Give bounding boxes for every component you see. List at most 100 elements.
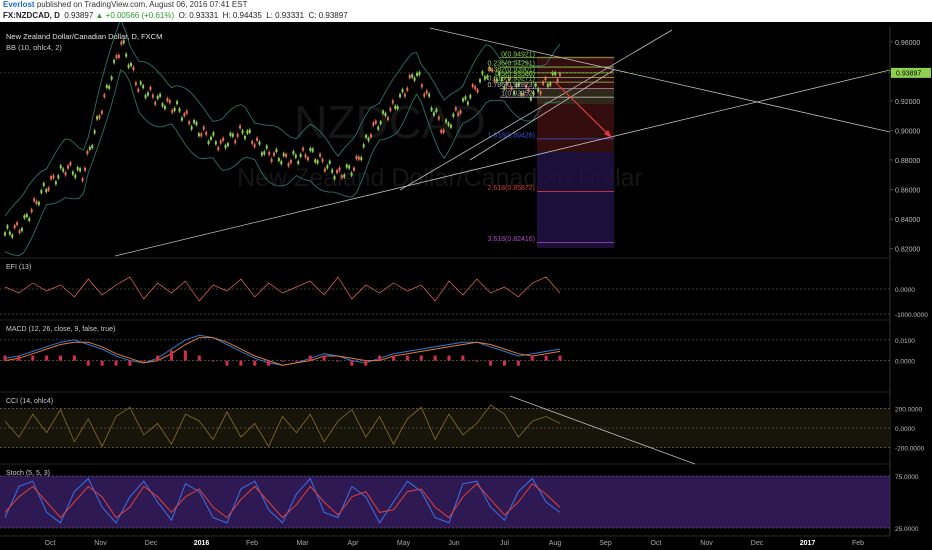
candle-body [239, 125, 242, 129]
candle-body [76, 167, 79, 171]
candle-body [539, 91, 542, 95]
candle-body [469, 95, 472, 99]
candle-body [328, 160, 331, 164]
candle-body [471, 84, 474, 88]
candle-body [343, 174, 346, 178]
candle-body [234, 140, 237, 144]
candle-body [74, 174, 77, 178]
candle-body [210, 136, 213, 140]
candle-body [25, 214, 28, 218]
indicator-panes: 0.0000 -1000.0000 EFI (13) 0.0100 0.0000 MACD… [0, 257, 928, 533]
candle-body [367, 138, 370, 142]
candle-body [263, 151, 266, 155]
macd-histogram-bar [489, 360, 493, 366]
candle-body [449, 124, 452, 128]
candle-body [171, 109, 174, 113]
candle-body [69, 162, 72, 166]
candle-body [406, 87, 409, 91]
macd-histogram-bar [475, 360, 479, 362]
candle-body [151, 94, 154, 98]
candle-body [299, 153, 302, 157]
trendline-support[interactable] [114, 69, 891, 257]
candle-body [352, 167, 355, 171]
candle-body [260, 152, 263, 156]
x-tick-label: Nov [700, 540, 713, 547]
macd-histogram-bar [516, 360, 520, 366]
macd-histogram-bar [378, 355, 382, 361]
x-tick-label: May [397, 540, 411, 547]
candle-body [67, 165, 70, 169]
candle-body [161, 103, 164, 107]
candle-body [159, 93, 162, 97]
x-tick-label: 2016 [194, 540, 210, 547]
candle-body [377, 126, 380, 130]
candle-body [35, 200, 38, 204]
candle-body [18, 230, 21, 234]
publisher-link[interactable]: Everlost [3, 0, 35, 9]
y-tick-label: 0.86000 [895, 188, 920, 195]
macd-histogram-bar [86, 360, 90, 366]
candle-body [236, 133, 239, 137]
candle-body [350, 172, 353, 176]
x-tick-label: Aug [549, 540, 562, 547]
candle-body [231, 133, 234, 137]
candle-body [139, 81, 142, 85]
open-value: O: 0.93331 [178, 11, 219, 20]
x-tick-label: Jun [448, 540, 459, 547]
candle-body [360, 157, 363, 161]
macd-histogram-bar [170, 350, 173, 361]
candle-body [340, 175, 343, 179]
candle-body [408, 75, 411, 79]
candle-body [134, 82, 137, 86]
candle-body [16, 222, 19, 226]
candle-body [149, 86, 152, 90]
y-tick-label: 0.82000 [895, 247, 920, 254]
candle-body [319, 153, 322, 157]
pane-title: Stoch (5, 5, 3) [6, 470, 50, 477]
candle-body [219, 140, 222, 144]
x-tick-label: Jul [500, 540, 509, 547]
candle-body [386, 117, 389, 121]
candle-body [289, 160, 292, 164]
candle-body [168, 100, 171, 104]
candle-body [108, 85, 111, 89]
candle-body [217, 147, 220, 151]
chart-title: New Zealand Dollar/Canadian Dollar, D, F… [6, 32, 162, 41]
chart-area[interactable]: NZDCAD New Zealand Dollar/Canadian Dolla… [0, 22, 932, 550]
candle-body [229, 132, 232, 136]
candle-body [365, 135, 368, 139]
candle-body [311, 148, 314, 152]
candle-body [369, 134, 372, 138]
macd-histogram-bar [253, 360, 257, 366]
candle-body [432, 112, 435, 116]
candle-body [224, 145, 227, 149]
candle-body [30, 209, 33, 213]
candle-body [355, 156, 358, 160]
candle-body [98, 115, 101, 119]
candle-body [45, 189, 48, 193]
candle-body [391, 100, 394, 104]
candle-body [430, 107, 433, 111]
macd-histogram-bar [294, 360, 298, 362]
macd-histogram-bar [364, 360, 368, 366]
candle-body [277, 158, 280, 162]
y-tick-label: 0.88000 [895, 158, 920, 165]
y-tick-label: 0.84000 [895, 217, 920, 224]
candle-body [50, 176, 53, 180]
candle-body [411, 74, 414, 78]
candle-body [534, 83, 537, 87]
candle-body [462, 98, 465, 102]
pane-tick-label: -1000.0000 [895, 312, 928, 319]
pane-tick-label: -200.0000 [895, 446, 925, 453]
macd-histogram-bar [433, 355, 437, 361]
candle-body [115, 55, 118, 59]
symbol-name[interactable]: FX:NZDCAD, D [3, 11, 60, 20]
candle-body [13, 225, 16, 229]
candle-body [188, 121, 191, 125]
y-tick-label: 0.90000 [895, 128, 920, 135]
candle-body [420, 84, 423, 88]
pane-tick-label: 200.0000 [895, 406, 922, 413]
candle-body [132, 66, 135, 70]
pane-tick-label: 0.0000 [895, 359, 915, 366]
macd-histogram-bar [31, 355, 35, 361]
